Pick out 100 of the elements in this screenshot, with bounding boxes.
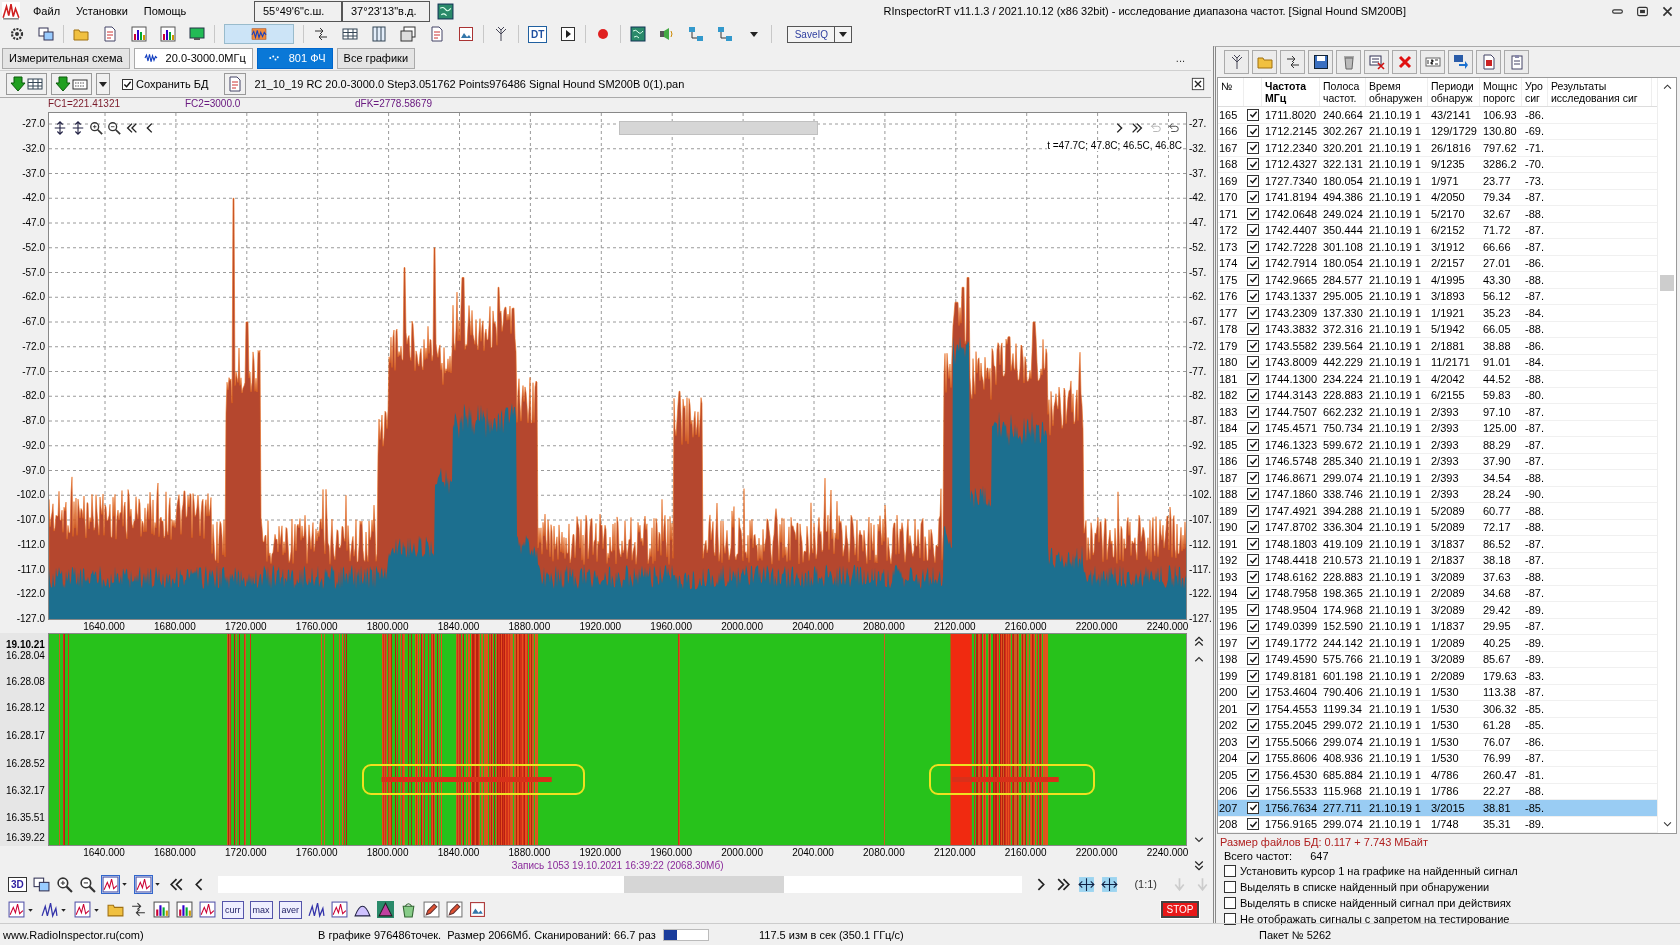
checkbox[interactable]	[1247, 372, 1259, 385]
pencil-icon[interactable]	[423, 901, 441, 918]
table-row[interactable]: 181 1744.1300 234.224 21.10.19 1 4/2042 44.52 -88.	[1218, 371, 1657, 388]
stacked-pages-icon[interactable]	[400, 26, 416, 42]
dt-button[interactable]: DT	[528, 25, 548, 43]
graph-icon[interactable]	[199, 901, 216, 918]
checkbox[interactable]	[1247, 207, 1259, 220]
more-menu[interactable]: ...	[1175, 52, 1185, 64]
columns-icon[interactable]	[371, 26, 387, 42]
toolbar-button[interactable]	[1224, 50, 1249, 74]
checkbox[interactable]	[1247, 108, 1259, 121]
table-row[interactable]: 203 1755.5066 299.074 21.10.19 1 1/530 76.07 -86.	[1218, 734, 1657, 751]
checkbox[interactable]	[1224, 881, 1236, 893]
checkbox[interactable]	[1247, 785, 1259, 798]
graph-icon[interactable]	[74, 901, 91, 918]
save-iq-button[interactable]: SaveIQ	[787, 25, 836, 43]
restore-icon[interactable]	[1636, 4, 1649, 18]
scale-button[interactable]: (1:1)	[1134, 878, 1157, 890]
spectrum-mode-button[interactable]	[224, 24, 294, 44]
checkbox[interactable]	[1247, 224, 1259, 237]
scrollbar-thumb[interactable]	[619, 120, 818, 135]
triangle-icon[interactable]	[377, 901, 395, 918]
table-row[interactable]: 166 1712.2145 302.267 21.10.19 1 129/1729 130.80 -69.	[1218, 123, 1657, 140]
checkbox[interactable]	[1247, 752, 1259, 765]
trace-button[interactable]: aver	[278, 900, 303, 919]
table-row[interactable]: 192 1748.4418 210.573 21.10.19 1 2/1837 38.18 -87.	[1218, 552, 1657, 569]
checkbox[interactable]	[1247, 768, 1259, 781]
table-row[interactable]: 189 1747.4921 394.288 21.10.19 1 5/2089 60.77 -88.	[1218, 503, 1657, 520]
graph-icon[interactable]	[101, 875, 119, 893]
checkbox[interactable]	[122, 78, 133, 90]
chevron-up-icon[interactable]	[1661, 81, 1673, 92]
checkbox[interactable]	[1247, 356, 1259, 369]
column-header[interactable]: Время обнаружен	[1366, 78, 1428, 106]
checkbox[interactable]	[1247, 735, 1259, 748]
table-row[interactable]: 172 1742.4407 350.444 21.10.19 1 6/2152 71.72 -87.	[1218, 222, 1657, 239]
table-row[interactable]: 171 1742.0648 249.024 21.10.19 1 5/2170 32.67 -88.	[1218, 206, 1657, 223]
graph-icon[interactable]	[134, 875, 152, 893]
checkbox[interactable]	[1224, 897, 1236, 909]
dropdown-button[interactable]	[96, 73, 110, 95]
tab[interactable]: Все графики	[336, 47, 416, 69]
checkbox[interactable]	[1247, 801, 1259, 814]
checkbox[interactable]	[1247, 554, 1259, 567]
table-row[interactable]: 191 1748.1803 419.109 21.10.19 1 3/1837 86.52 -87.	[1218, 536, 1657, 553]
document-icon[interactable]	[429, 26, 445, 42]
checkbox[interactable]	[1247, 521, 1259, 534]
export-button[interactable]	[6, 73, 47, 95]
checkbox[interactable]	[1247, 719, 1259, 732]
bar-chart-icon[interactable]	[131, 26, 147, 42]
table-row[interactable]: 204 1755.8606 408.936 21.10.19 1 1/530 76.99 -87.	[1218, 750, 1657, 767]
checkbox-label[interactable]: Установить курсор 1 на графике на найденный сигнал	[1240, 864, 1518, 878]
image-icon[interactable]	[458, 26, 474, 42]
table-row[interactable]: 208 1756.9165 299.074 21.10.19 1 1/748 35.31 -89.	[1218, 816, 1657, 833]
zoom-in-icon[interactable]	[89, 120, 103, 135]
checkbox[interactable]	[1247, 702, 1259, 715]
stop-button[interactable]: STOP	[1161, 901, 1199, 918]
table-row[interactable]: 168 1712.4327 322.131 21.10.19 1 9/1235 3286.2 -70.	[1218, 156, 1657, 173]
checkbox[interactable]	[1247, 323, 1259, 336]
windows-icon[interactable]	[32, 875, 50, 893]
table-icon[interactable]	[342, 26, 358, 42]
double-chevron-right-icon[interactable]	[1130, 120, 1144, 135]
double-chevron-up-icon[interactable]	[1193, 635, 1205, 647]
checkbox[interactable]	[1247, 405, 1259, 418]
close-icon[interactable]	[1661, 4, 1674, 18]
bar-chart-icon[interactable]	[153, 901, 170, 918]
speaker-icon[interactable]	[659, 26, 676, 42]
table-row[interactable]: 173 1742.7228 301.108 21.10.19 1 3/1912 66.66 -87.	[1218, 239, 1657, 256]
table-row[interactable]: 199 1749.8181 601.198 21.10.19 1 2/2089 179.63 -83.	[1218, 668, 1657, 685]
table-row[interactable]: 200 1753.4604 790.406 21.10.19 1 1/530 113.38 -87.	[1218, 684, 1657, 701]
checkbox[interactable]	[1247, 636, 1259, 649]
peaks-icon[interactable]	[41, 901, 58, 918]
scrollbar-thumb[interactable]	[1660, 275, 1674, 292]
checkbox[interactable]	[1247, 125, 1259, 138]
close-icon[interactable]	[1191, 77, 1205, 91]
menu-item[interactable]: Установки	[69, 5, 137, 17]
table-row[interactable]: 183 1744.7507 662.232 21.10.19 1 2/393 97.10 -87.	[1218, 404, 1657, 421]
trace-button[interactable]: max	[249, 900, 273, 919]
checkbox[interactable]	[1247, 537, 1259, 550]
undo-icon[interactable]	[1166, 120, 1180, 135]
monitor-icon[interactable]	[189, 26, 205, 42]
column-header[interactable]: Уро сиг	[1522, 78, 1548, 106]
table-row[interactable]: 185 1746.1323 599.672 21.10.19 1 2/393 88.29 -87.	[1218, 437, 1657, 454]
double-chevron-left-icon[interactable]	[125, 120, 139, 135]
checkbox[interactable]	[1247, 257, 1259, 270]
checkbox-label[interactable]: Выделять в списке найденный при обнаружении	[1240, 880, 1490, 894]
folder-icon[interactable]	[73, 26, 89, 42]
checkbox[interactable]	[1247, 273, 1259, 286]
checkbox[interactable]	[1247, 141, 1259, 154]
table-row[interactable]: 197 1749.1772 244.142 21.10.19 1 1/2089 40.25 -89.	[1218, 635, 1657, 652]
checkbox[interactable]	[1247, 240, 1259, 253]
table-row[interactable]: 170 1741.8194 494.386 21.10.19 1 4/2050 79.34 -87.	[1218, 189, 1657, 206]
checkbox[interactable]	[1247, 570, 1259, 583]
table-row[interactable]: 194 1748.7958 198.365 21.10.19 1 2/2089 34.68 -87.	[1218, 585, 1657, 602]
play-icon[interactable]	[560, 26, 577, 42]
checkbox[interactable]	[1247, 422, 1259, 435]
document-icon[interactable]	[224, 73, 247, 95]
checkbox[interactable]	[1247, 653, 1259, 666]
toolbar-button[interactable]	[1308, 50, 1333, 74]
tab[interactable]: Измерительная схема	[2, 47, 130, 69]
table-row[interactable]: 202 1755.2045 299.072 21.10.19 1 1/530 61.28 -85.	[1218, 717, 1657, 734]
tab[interactable]: 20.0-3000.0МГц	[133, 47, 253, 69]
